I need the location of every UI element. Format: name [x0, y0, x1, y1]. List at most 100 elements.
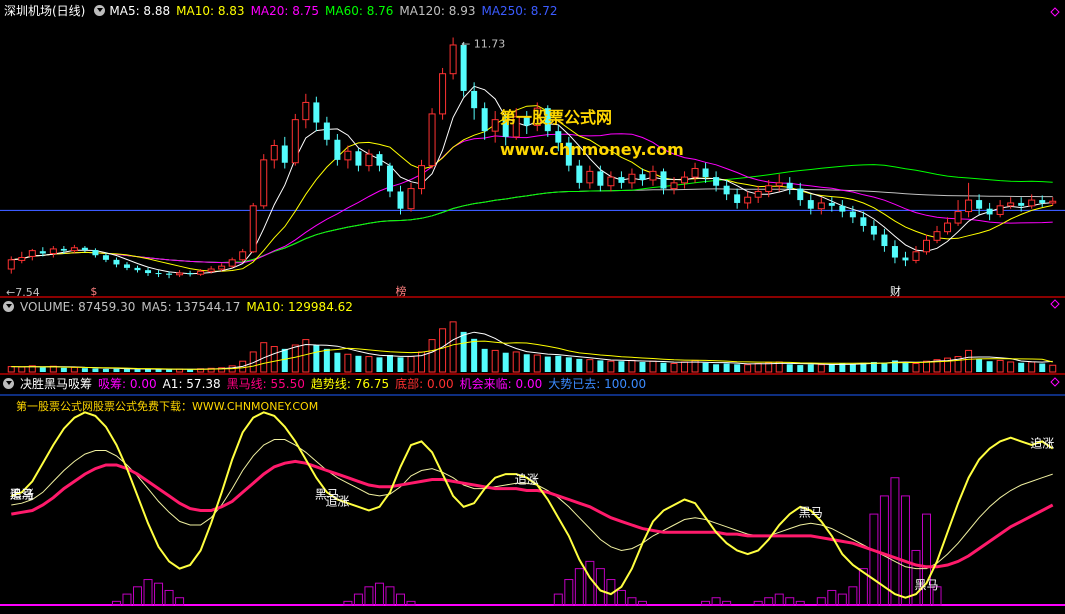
- volume-bar: [323, 348, 330, 372]
- candle-body: [923, 239, 930, 253]
- accumulation-bar: [574, 568, 584, 606]
- indicator-line-trend: [10, 411, 1054, 599]
- indicator-label: 机会来临: 0.00: [459, 377, 543, 391]
- signal-annotation: 追涨: [1030, 435, 1054, 450]
- volume-bar: [986, 361, 993, 372]
- candle-body: [249, 205, 257, 253]
- candle-body: [597, 171, 604, 186]
- volume-bar: [702, 362, 709, 372]
- volume-bar: [481, 348, 488, 372]
- candle-body: [481, 108, 488, 132]
- candle-body: [713, 177, 720, 186]
- indicator-label: 趋势线: 76.75: [310, 377, 390, 391]
- volume-bar: [533, 354, 541, 373]
- dropdown-icon[interactable]: [3, 301, 14, 312]
- candle-body: [639, 174, 646, 180]
- signal-annotation: 追涨: [515, 472, 539, 487]
- accumulation-bar: [122, 593, 132, 606]
- main-header: 深圳机场(日线) MA5: 8.88 MA10: 8.83 MA20: 8.75 MA6…: [0, 2, 570, 20]
- volume-bar: [1039, 363, 1046, 372]
- candle-body: [166, 273, 173, 275]
- volume-bar: [123, 369, 130, 372]
- volume-bar: [81, 368, 88, 372]
- candle-body: [418, 165, 426, 190]
- volume-bar: [386, 355, 393, 372]
- indicator-label: A1: 57.38: [162, 377, 221, 391]
- volume-bar: [670, 363, 678, 373]
- volume-bar: [713, 364, 720, 372]
- candle-body: [817, 202, 825, 210]
- accumulation-bar: [164, 589, 174, 606]
- volume-bar: [313, 345, 320, 372]
- accumulation-bar: [711, 597, 721, 606]
- accumulation-bar: [353, 593, 363, 606]
- volume-bar: [428, 339, 436, 373]
- dropdown-icon[interactable]: [94, 5, 106, 16]
- volume-bar: [597, 360, 604, 372]
- corner-icon: [1050, 377, 1060, 387]
- candle-body: [986, 208, 993, 215]
- accumulation-bar: [774, 593, 784, 606]
- volume-bar: [355, 355, 362, 372]
- volume-bar: [502, 352, 509, 372]
- volume-bar: [639, 361, 646, 372]
- corner-icon: [1050, 7, 1060, 17]
- accumulation-bar: [385, 586, 395, 606]
- candle-body: [291, 119, 299, 164]
- accumulation-bar: [143, 579, 153, 606]
- volume-bar: [439, 328, 447, 373]
- candle-body: [1018, 202, 1025, 206]
- candle-body: [428, 113, 436, 167]
- candle-body: [491, 119, 499, 132]
- volume-bar: [291, 344, 299, 373]
- candle-body: [860, 217, 867, 226]
- candle-body: [607, 176, 615, 187]
- volume-bar: [39, 367, 46, 372]
- volume-bar: [607, 360, 615, 373]
- candle-body: [754, 190, 762, 198]
- volume-bar: [734, 364, 741, 372]
- volume-bar: [376, 357, 383, 372]
- candle-body: [355, 151, 362, 166]
- indicator-label: 吸筹: 0.00: [98, 377, 157, 391]
- candle-body: [881, 234, 888, 247]
- indicator-line-a1: [11, 439, 1053, 570]
- volume-bar: [628, 359, 636, 373]
- candle-body: [965, 199, 973, 213]
- signal-annotation: 黑马: [799, 505, 823, 519]
- chart-stage: ← 11.73 ←7.54 $ 榜财追涨 黑马 黑马 追涨 追涨 黑马 黑马 追涨 深圳机场(日线)…: [0, 0, 1065, 611]
- volume-bar: [471, 338, 478, 372]
- candle-body: [744, 196, 752, 204]
- panel-watermark: 第一股票公式网股票公式免费下载：WWW.CHNMONEY.COM: [16, 400, 319, 413]
- volume-bar: [797, 365, 804, 372]
- candle-body: [334, 139, 341, 160]
- indicator-label: VOLUME: 87459.30: [20, 300, 136, 314]
- dropdown-icon[interactable]: [3, 378, 14, 389]
- volume-bar: [187, 369, 194, 372]
- candle-body: [28, 250, 36, 257]
- volume-bar: [976, 358, 983, 372]
- volume-bar: [902, 361, 909, 372]
- volume-bar: [491, 349, 499, 373]
- candle-body: [365, 153, 373, 167]
- event-marker: $: [90, 285, 97, 298]
- candle-body: [471, 90, 478, 109]
- candle-body: [49, 248, 57, 255]
- candle-body: [681, 176, 689, 184]
- volume-bar: [649, 360, 657, 373]
- candle-body: [702, 168, 709, 178]
- candle-body: [176, 272, 184, 276]
- candle-body: [839, 205, 846, 212]
- volume-bar: [281, 348, 288, 372]
- candle-body: [270, 145, 278, 161]
- accumulation-bar: [154, 582, 164, 606]
- volume-bar: [134, 369, 141, 372]
- volume-bar: [923, 360, 930, 373]
- accumulation-bar: [396, 593, 405, 606]
- indicator-label: MA20: 8.75: [250, 4, 319, 18]
- candle-body: [70, 247, 78, 252]
- candle-body: [460, 44, 467, 91]
- candle-body: [954, 211, 962, 224]
- accumulation-bar: [133, 586, 142, 606]
- accumulation-bar: [816, 597, 826, 606]
